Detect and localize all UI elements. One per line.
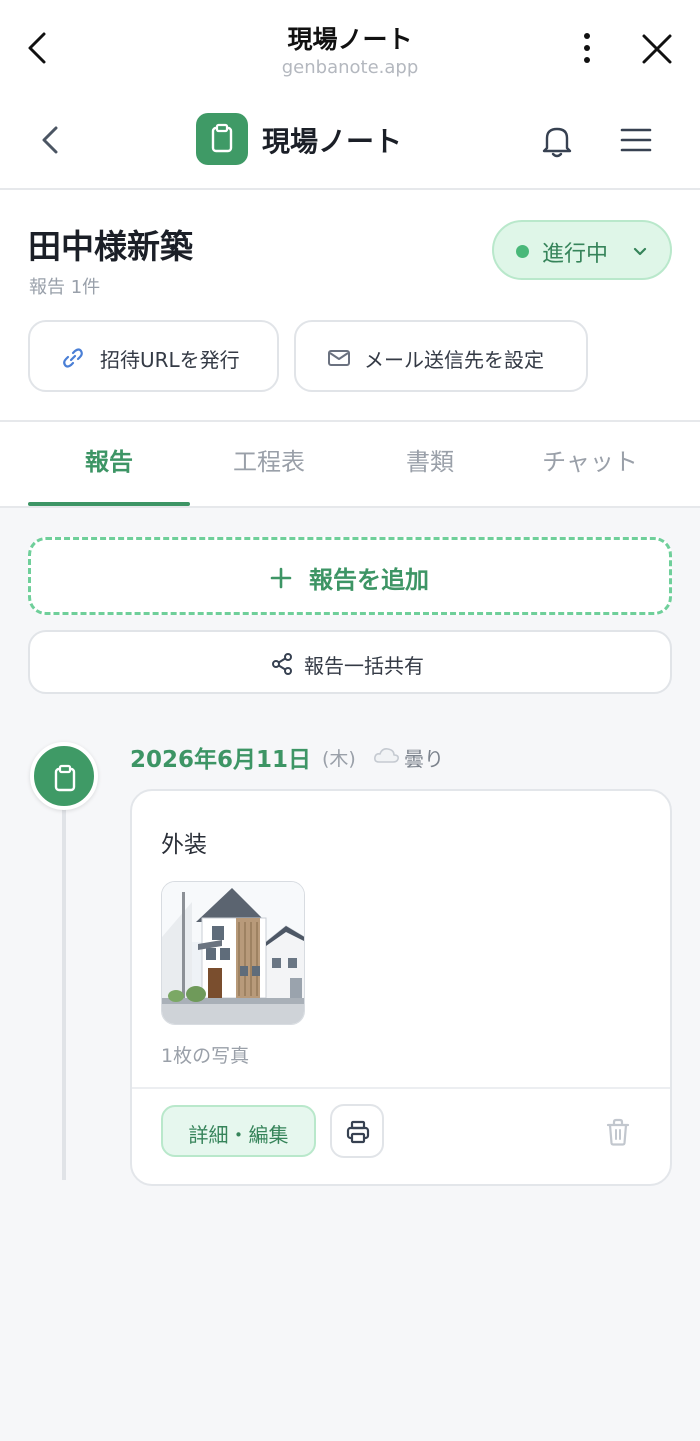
timeline-node [30,742,98,810]
browser-bar: 現場ノート genbanote.app [0,0,700,98]
app-header: 現場ノート [0,98,700,190]
invite-url-button[interactable]: 招待URLを発行 [28,320,279,392]
chevron-left-icon[interactable] [34,120,66,160]
add-report-label: 報告を追加 [309,566,429,594]
active-tab-indicator [28,502,190,506]
entry-weekday: (木) [322,748,356,770]
printer-icon [346,1120,370,1144]
mail-settings-label: メール送信先を設定 [364,348,544,372]
app-logo[interactable] [196,113,248,165]
tab-chat[interactable]: チャット [510,422,670,506]
trash-icon[interactable] [604,1117,632,1147]
photo-count: 1枚の写真 [161,1045,250,1067]
share-icon [272,653,292,675]
print-button[interactable] [330,1104,384,1158]
detail-edit-label: 詳細・編集 [188,1123,289,1147]
more-vertical-icon[interactable] [572,28,602,68]
status-dropdown[interactable]: 進行中 [492,220,672,280]
timeline-line [62,800,66,1180]
plus-icon [270,567,292,589]
mail-settings-button[interactable]: メール送信先を設定 [294,320,588,392]
card-divider [132,1087,670,1089]
app-brand: 現場ノート [262,125,403,158]
project-section: 田中様新築 報告 1件 進行中 招待URLを発行 メール送信先を設定 [0,190,700,422]
invite-url-label: 招待URLを発行 [100,348,240,372]
hamburger-menu-icon[interactable] [616,122,656,158]
status-dot [516,245,529,258]
close-icon[interactable] [636,28,678,70]
report-card[interactable]: 外装 1枚の写真 詳細・編集 [130,789,672,1186]
report-count: 報告 1件 [29,277,101,298]
chevron-down-icon [633,247,647,256]
detail-edit-button[interactable]: 詳細・編集 [161,1105,316,1157]
share-all-label: 報告一括共有 [304,654,424,678]
status-label: 進行中 [542,242,609,267]
cloud-icon [374,748,399,763]
weather-label: 曇り [404,747,444,771]
tab-bar: 報告 工程表 書類 チャット [0,422,700,508]
report-title: 外装 [161,832,207,858]
photo-thumbnail[interactable] [161,881,305,1025]
tab-schedule[interactable]: 工程表 [189,422,349,506]
clipboard-icon [54,764,76,792]
project-title: 田中様新築 [28,227,193,266]
share-all-button[interactable]: 報告一括共有 [28,630,672,694]
clipboard-icon [211,123,233,153]
house-photo [162,882,304,1024]
bell-icon[interactable] [538,120,576,160]
entry-date: 2026年6月11日 [130,747,312,773]
tab-reports[interactable]: 報告 [29,422,189,506]
tab-documents[interactable]: 書類 [350,422,510,506]
add-report-button[interactable]: 報告を追加 [28,537,672,615]
link-icon [63,348,83,368]
mail-icon [328,350,350,366]
